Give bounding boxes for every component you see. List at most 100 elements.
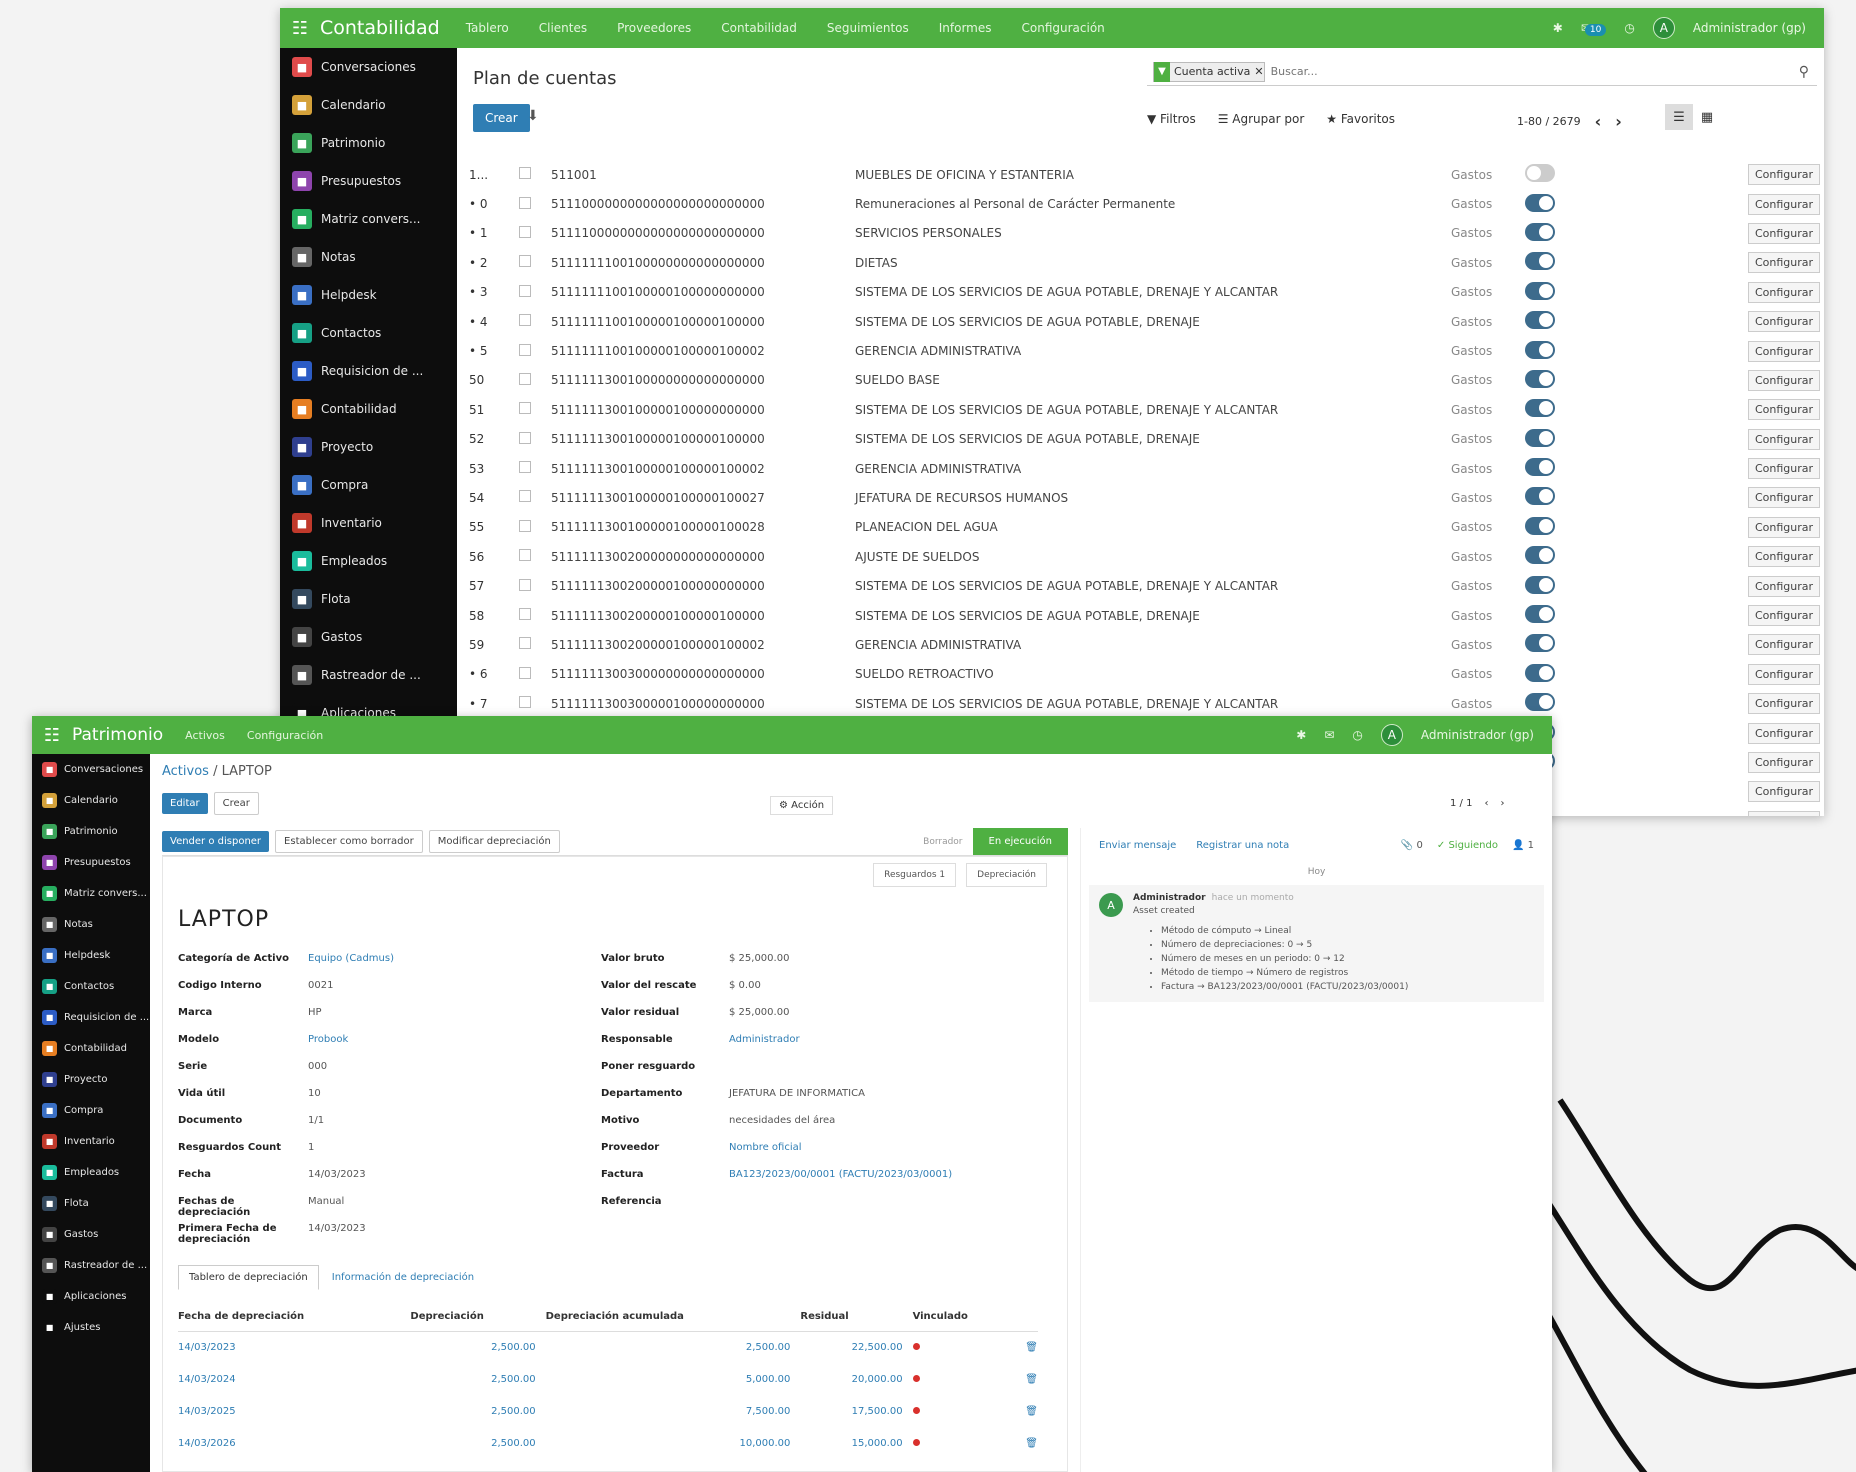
sidebar-item-calendar[interactable]: ■ Calendario [280, 86, 457, 124]
send-message-button[interactable]: Enviar mensaje [1099, 840, 1176, 851]
sidebar-item-purchase[interactable]: ■ Compra [280, 466, 457, 504]
edit-button[interactable]: Editar [162, 793, 208, 814]
table-row[interactable]: • 5 5111111100100000100000100002 GERENCIA … [457, 336, 1824, 365]
active-toggle[interactable] [1525, 663, 1555, 682]
sidebar-item-employees[interactable]: ■ Empleados [32, 1157, 150, 1188]
active-toggle[interactable] [1525, 428, 1555, 447]
table-row[interactable]: 59 5111111300200000100000100002 GERENCIA A… [457, 630, 1824, 659]
delete-row-icon[interactable]: 🗑 [1015, 1427, 1038, 1459]
configure-button[interactable]: Configurar [1747, 693, 1820, 715]
sidebar-item-notes[interactable]: ■ Notas [280, 238, 457, 276]
clock-icon[interactable]: ◷ [1624, 21, 1634, 35]
active-toggle[interactable] [1525, 222, 1555, 241]
pager-value[interactable]: 1 / 1 [1450, 798, 1472, 809]
table-row[interactable]: 52 5111111300100000100000100000 SISTEMA DE… [457, 425, 1824, 454]
sidebar-item-accounting[interactable]: ■ Contabilidad [32, 1033, 150, 1064]
create-button[interactable]: Crear [213, 792, 259, 815]
configure-button[interactable]: Configurar [1747, 752, 1820, 773]
sidebar-item-tracker[interactable]: ■ Rastreador de ... [32, 1250, 150, 1281]
active-toggle[interactable] [1525, 487, 1555, 506]
prev-page-icon[interactable]: ‹ [1595, 112, 1602, 131]
configure-button[interactable]: Configurar [1747, 458, 1820, 480]
active-toggle[interactable] [1525, 634, 1555, 653]
delete-row-icon[interactable]: 🗑 [1015, 1331, 1038, 1363]
table-row[interactable]: 55 5111111300100000100000100028 PLANEACION… [457, 513, 1824, 542]
sidebar-item-calendar[interactable]: ■ Calendario [32, 785, 150, 816]
filter-facet[interactable]: ▼ Cuenta activa ✕ [1153, 61, 1265, 82]
active-toggle[interactable] [1525, 399, 1555, 418]
sidebar-item-chat[interactable]: ■ Conversaciones [32, 754, 150, 785]
sidebar-item-purchase[interactable]: ■ Compra [32, 1095, 150, 1126]
configure-button[interactable]: Configurar [1747, 369, 1820, 391]
tab-depreciation-board[interactable]: Tablero de depreciación [178, 1265, 319, 1290]
sidebar-item-project[interactable]: ■ Proyecto [280, 428, 457, 466]
menu-contabilidad[interactable]: Contabilidad [721, 21, 797, 35]
field-value[interactable]: Nombre oficial [729, 1142, 802, 1153]
active-toggle[interactable] [1525, 164, 1555, 183]
row-checkbox[interactable] [519, 402, 531, 415]
field-value[interactable]: BA123/2023/00/0001 (FACTU/2023/03/0001) [729, 1169, 952, 1180]
bug-icon[interactable]: ✱ [1296, 728, 1306, 742]
column-header[interactable]: Residual [800, 1303, 913, 1332]
sidebar-item-matrix[interactable]: ■ Matriz convers... [32, 878, 150, 909]
depreciation-row[interactable]: 14/03/2024 2,500.00 5,000.00 20,000.00 🗑 [178, 1363, 1038, 1395]
table-row[interactable]: 57 5111111300200000100000000000 SISTEMA DE… [457, 571, 1824, 600]
tab-depreciation-info[interactable]: Información de depreciación [321, 1265, 485, 1290]
next-record-icon[interactable]: › [1500, 798, 1504, 809]
avatar[interactable]: A [1380, 724, 1403, 746]
search-input[interactable] [1270, 65, 1571, 78]
active-toggle[interactable] [1525, 340, 1555, 359]
column-header[interactable]: Vinculado [912, 1303, 1015, 1332]
chat-icon[interactable]: ✉ [1324, 728, 1334, 742]
row-checkbox[interactable] [519, 343, 531, 356]
row-checkbox[interactable] [519, 255, 531, 268]
create-button[interactable]: Crear [473, 104, 530, 132]
configure-button[interactable]: Configurar [1747, 222, 1820, 244]
attachments-button[interactable]: 📎 0 [1401, 840, 1423, 851]
active-toggle[interactable] [1525, 369, 1555, 388]
table-row[interactable]: 53 5111111300100000100000100002 GERENCIA A… [457, 454, 1824, 483]
apps-menu-icon[interactable]: ☷ [280, 18, 320, 39]
filters-button[interactable]: ▼ Filtros [1147, 112, 1196, 126]
row-checkbox[interactable] [519, 225, 531, 238]
table-row[interactable]: 56 5111111300200000000000000000 AJUSTE DE … [457, 542, 1824, 571]
active-toggle[interactable] [1525, 516, 1555, 535]
row-checkbox[interactable] [519, 696, 531, 709]
row-checkbox[interactable] [519, 490, 531, 503]
configure-button[interactable]: Configurar [1747, 487, 1820, 509]
table-row[interactable]: • 4 5111111100100000100000100000 SISTEMA D… [457, 307, 1824, 336]
depreciation-row[interactable]: 14/03/2026 2,500.00 10,000.00 15,000.00 🗑 [178, 1427, 1038, 1459]
remove-facet-icon[interactable]: ✕ [1254, 65, 1263, 78]
active-toggle[interactable] [1525, 311, 1555, 330]
configure-button[interactable]: Configurar [1747, 634, 1820, 656]
sidebar-item-expenses[interactable]: ■ Gastos [280, 618, 457, 656]
menu-configuracion[interactable]: Configuración [247, 729, 323, 742]
apps-menu-icon[interactable]: ☷ [32, 725, 72, 746]
row-checkbox[interactable] [519, 431, 531, 444]
configure-button[interactable]: Configurar [1747, 399, 1820, 421]
configure-button[interactable]: Configurar [1747, 340, 1820, 362]
kanban-view-icon[interactable]: ▦ [1693, 104, 1721, 130]
active-toggle[interactable] [1525, 458, 1555, 477]
row-checkbox[interactable] [519, 314, 531, 327]
column-header[interactable]: Depreciación acumulada [545, 1303, 801, 1332]
prev-record-icon[interactable]: ‹ [1484, 798, 1488, 809]
favorites-button[interactable]: ★ Favoritos [1326, 112, 1395, 126]
chat-icon[interactable]: ✉10 [1581, 21, 1607, 36]
list-view-icon[interactable]: ☰ [1665, 104, 1693, 130]
column-header[interactable]: Fecha de depreciación [178, 1303, 411, 1332]
menu-activos[interactable]: Activos [185, 729, 225, 742]
row-checkbox[interactable] [519, 549, 531, 562]
menu-tablero[interactable]: Tablero [466, 21, 509, 35]
row-checkbox[interactable] [519, 637, 531, 650]
table-row[interactable]: • 6 5111111300300000000000000000 SUELDO RE… [457, 660, 1824, 689]
menu-clientes[interactable]: Clientes [539, 21, 587, 35]
sidebar-item-notes[interactable]: ■ Notas [32, 909, 150, 940]
user-name[interactable]: Administrador (gp) [1693, 21, 1806, 35]
row-checkbox[interactable] [519, 608, 531, 621]
sidebar-item-tracker[interactable]: ■ Rastreador de ... [280, 656, 457, 694]
sidebar-item-contacts[interactable]: ■ Contactos [280, 314, 457, 352]
log-note-button[interactable]: Registrar una nota [1196, 840, 1289, 851]
sidebar-item-inventory[interactable]: ■ Inventario [32, 1126, 150, 1157]
row-checkbox[interactable] [519, 372, 531, 385]
